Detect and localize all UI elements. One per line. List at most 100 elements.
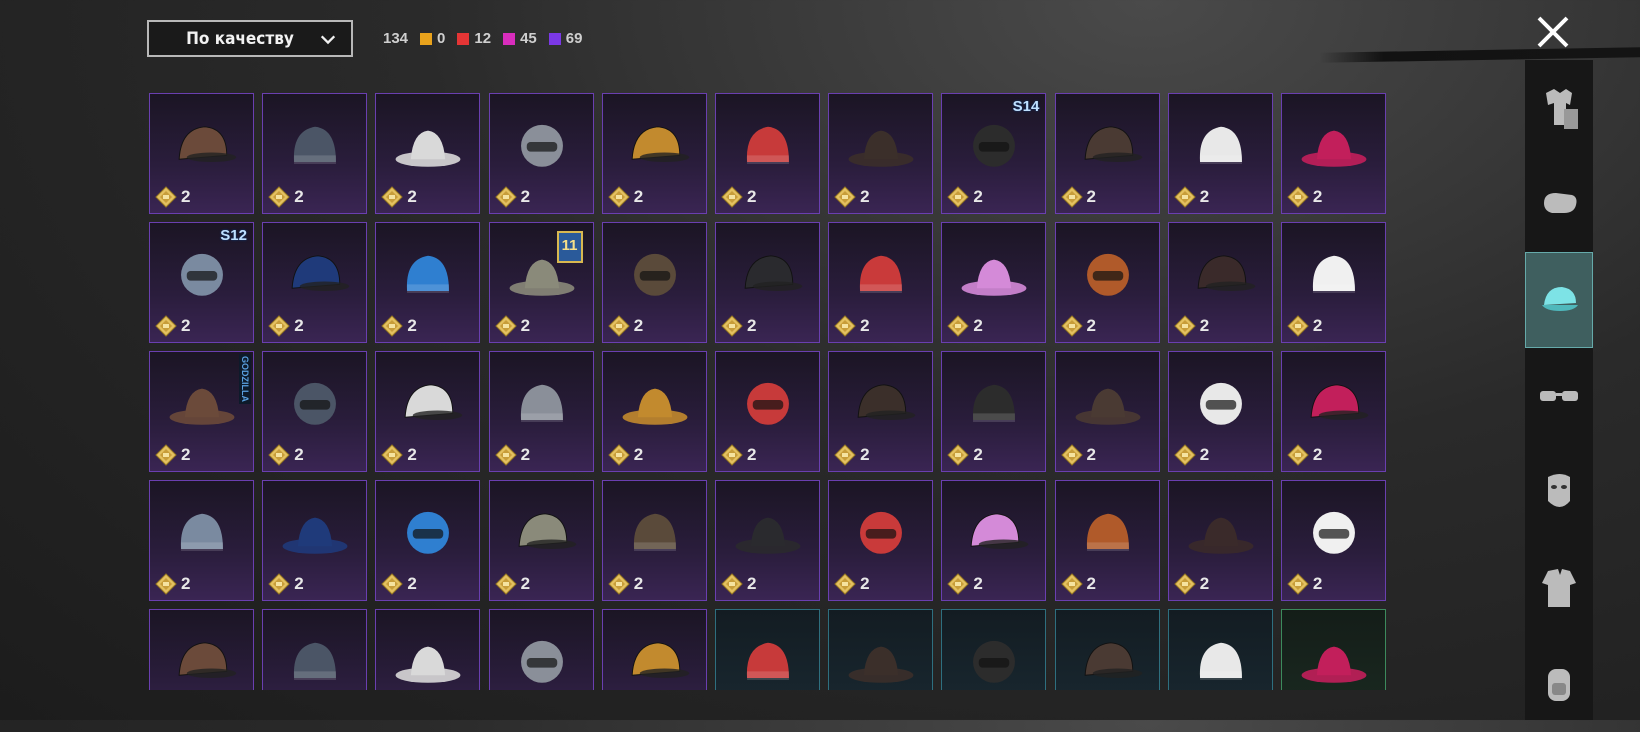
item-quantity: 2 bbox=[1060, 444, 1096, 466]
inventory-item[interactable]: 2 bbox=[488, 609, 594, 690]
inventory-item[interactable]: 2 bbox=[149, 480, 254, 601]
item-quantity: 2 bbox=[947, 315, 983, 337]
category-tab[interactable] bbox=[1525, 636, 1593, 732]
inventory-item[interactable]: 2 bbox=[1280, 351, 1386, 472]
item-quantity: 2 bbox=[1173, 186, 1209, 208]
total-count: 134 bbox=[383, 30, 409, 47]
coupon-icon bbox=[608, 186, 630, 208]
shark-hat-icon bbox=[973, 384, 1016, 422]
inventory-item[interactable]: 2 bbox=[941, 351, 1047, 472]
quantity-value: 2 bbox=[407, 445, 417, 464]
inventory-item[interactable]: 2 bbox=[1054, 93, 1160, 214]
inventory-item[interactable]: 2 bbox=[941, 222, 1047, 343]
inventory-item[interactable]: S14 2 bbox=[941, 93, 1047, 214]
category-tab[interactable] bbox=[1525, 60, 1593, 156]
item-quantity: 2 bbox=[721, 186, 756, 208]
inventory-item[interactable]: 2 bbox=[1054, 351, 1160, 472]
coupon-icon bbox=[268, 315, 290, 337]
sort-dropdown[interactable]: По качеству bbox=[147, 20, 353, 57]
inventory-item[interactable]: 2 bbox=[262, 351, 368, 472]
inventory-item[interactable]: 2 bbox=[1167, 222, 1273, 343]
visor-icon bbox=[1312, 255, 1355, 293]
coupon-icon bbox=[834, 186, 856, 208]
inventory-item[interactable]: 2 bbox=[1280, 480, 1386, 601]
inventory-item[interactable]: 2 bbox=[714, 222, 820, 343]
quantity-value: 2 bbox=[633, 574, 644, 593]
inventory-item[interactable]: 2 bbox=[375, 351, 481, 472]
coupon-icon bbox=[381, 315, 404, 337]
inventory-item[interactable]: 2 bbox=[941, 480, 1047, 601]
rarity-counts: 134 0 12 45 69 bbox=[383, 30, 582, 47]
headscarf-icon bbox=[970, 513, 1029, 550]
sort-label: По качеству bbox=[186, 28, 294, 49]
inventory-item[interactable]: 2 bbox=[941, 609, 1047, 690]
quantity-value: 2 bbox=[746, 445, 757, 464]
inventory-item[interactable]: 2 bbox=[1167, 351, 1273, 472]
category-tab[interactable] bbox=[1525, 540, 1593, 636]
category-tab[interactable] bbox=[1525, 444, 1593, 540]
inventory-item[interactable]: 2 bbox=[1280, 609, 1386, 690]
inventory-item[interactable]: 2 bbox=[149, 609, 254, 690]
inventory-item[interactable]: S12 2 bbox=[149, 222, 254, 343]
inventory-item[interactable]: 2 bbox=[601, 351, 707, 472]
inventory-item[interactable]: 2 bbox=[601, 222, 707, 343]
coupon-icon bbox=[1173, 444, 1196, 466]
inventory-item[interactable]: 2 bbox=[601, 93, 707, 214]
inventory-item[interactable]: 2 bbox=[149, 93, 254, 214]
inventory-item[interactable]: 2 bbox=[828, 93, 934, 214]
inventory-item[interactable]: 2 bbox=[714, 480, 820, 601]
quantity-value: 2 bbox=[1312, 187, 1323, 206]
inventory-item[interactable]: 2 bbox=[1054, 609, 1160, 690]
baseball-cap-icon bbox=[1312, 511, 1355, 554]
inventory-item[interactable]: 2 bbox=[262, 480, 368, 601]
inventory-item[interactable]: 2 bbox=[375, 93, 481, 214]
football-helmet-icon bbox=[282, 517, 348, 554]
inventory-item[interactable]: 2 bbox=[714, 609, 820, 690]
aviator-cap-icon bbox=[633, 253, 676, 296]
head-mirror-icon bbox=[633, 513, 676, 551]
rare-purple-swatch bbox=[548, 32, 561, 45]
inventory-item[interactable]: 2 bbox=[1054, 222, 1160, 343]
inventory-item[interactable]: 2 bbox=[714, 93, 820, 214]
inventory-item[interactable]: 2 bbox=[1280, 222, 1386, 343]
item-quantity: 2 bbox=[268, 444, 304, 466]
coupon-icon bbox=[381, 186, 404, 208]
inventory-item[interactable]: 2 bbox=[601, 480, 707, 601]
inventory-item[interactable]: 2 bbox=[714, 351, 820, 472]
inventory-item[interactable]: 2 bbox=[375, 222, 481, 343]
inventory-item[interactable]: 2 bbox=[262, 93, 368, 214]
inventory-item[interactable]: 2 bbox=[1280, 93, 1386, 214]
inventory-item[interactable]: 2 bbox=[828, 480, 934, 601]
inventory-item[interactable]: 2 bbox=[262, 222, 368, 343]
inventory-item[interactable]: 2 bbox=[828, 351, 934, 472]
coupon-icon bbox=[1173, 315, 1196, 337]
category-tab[interactable] bbox=[1525, 252, 1593, 348]
inventory-item[interactable]: 2 bbox=[375, 609, 481, 690]
baseball-cap-icon bbox=[1084, 642, 1142, 679]
quantity-value: 2 bbox=[860, 574, 870, 593]
coupon-icon bbox=[268, 444, 290, 466]
category-tab[interactable] bbox=[1525, 348, 1593, 444]
coupon-icon bbox=[494, 186, 517, 208]
category-tab[interactable] bbox=[1525, 156, 1593, 252]
goggle-helmet-icon bbox=[520, 124, 563, 167]
inventory-item[interactable]: 2 bbox=[1167, 480, 1273, 601]
inventory-item[interactable]: 2 bbox=[1167, 93, 1273, 214]
inventory-item[interactable]: 2 bbox=[828, 222, 934, 343]
surgical-cap-icon bbox=[1086, 513, 1129, 551]
inventory-item[interactable]: 2 bbox=[828, 609, 934, 690]
inventory-item[interactable]: 2 bbox=[1054, 480, 1160, 601]
coupon-icon bbox=[947, 573, 970, 595]
inventory-item[interactable]: 2 bbox=[488, 351, 594, 472]
inventory-item[interactable]: 2 bbox=[488, 480, 594, 601]
inventory-item[interactable]: GODZILLA 2 bbox=[149, 351, 254, 472]
inventory-item[interactable]: 2 bbox=[1167, 609, 1273, 690]
close-icon[interactable] bbox=[1533, 12, 1573, 52]
inventory-item[interactable]: 2 bbox=[375, 480, 481, 601]
inventory-item[interactable]: 2 bbox=[601, 609, 707, 690]
inventory-item[interactable]: 2 bbox=[488, 93, 594, 214]
item-quantity: 2 bbox=[494, 315, 530, 337]
inventory-item[interactable]: 2 bbox=[262, 609, 368, 690]
inventory-item[interactable]: 11 2 bbox=[488, 222, 594, 343]
beanie-icon bbox=[631, 126, 690, 163]
